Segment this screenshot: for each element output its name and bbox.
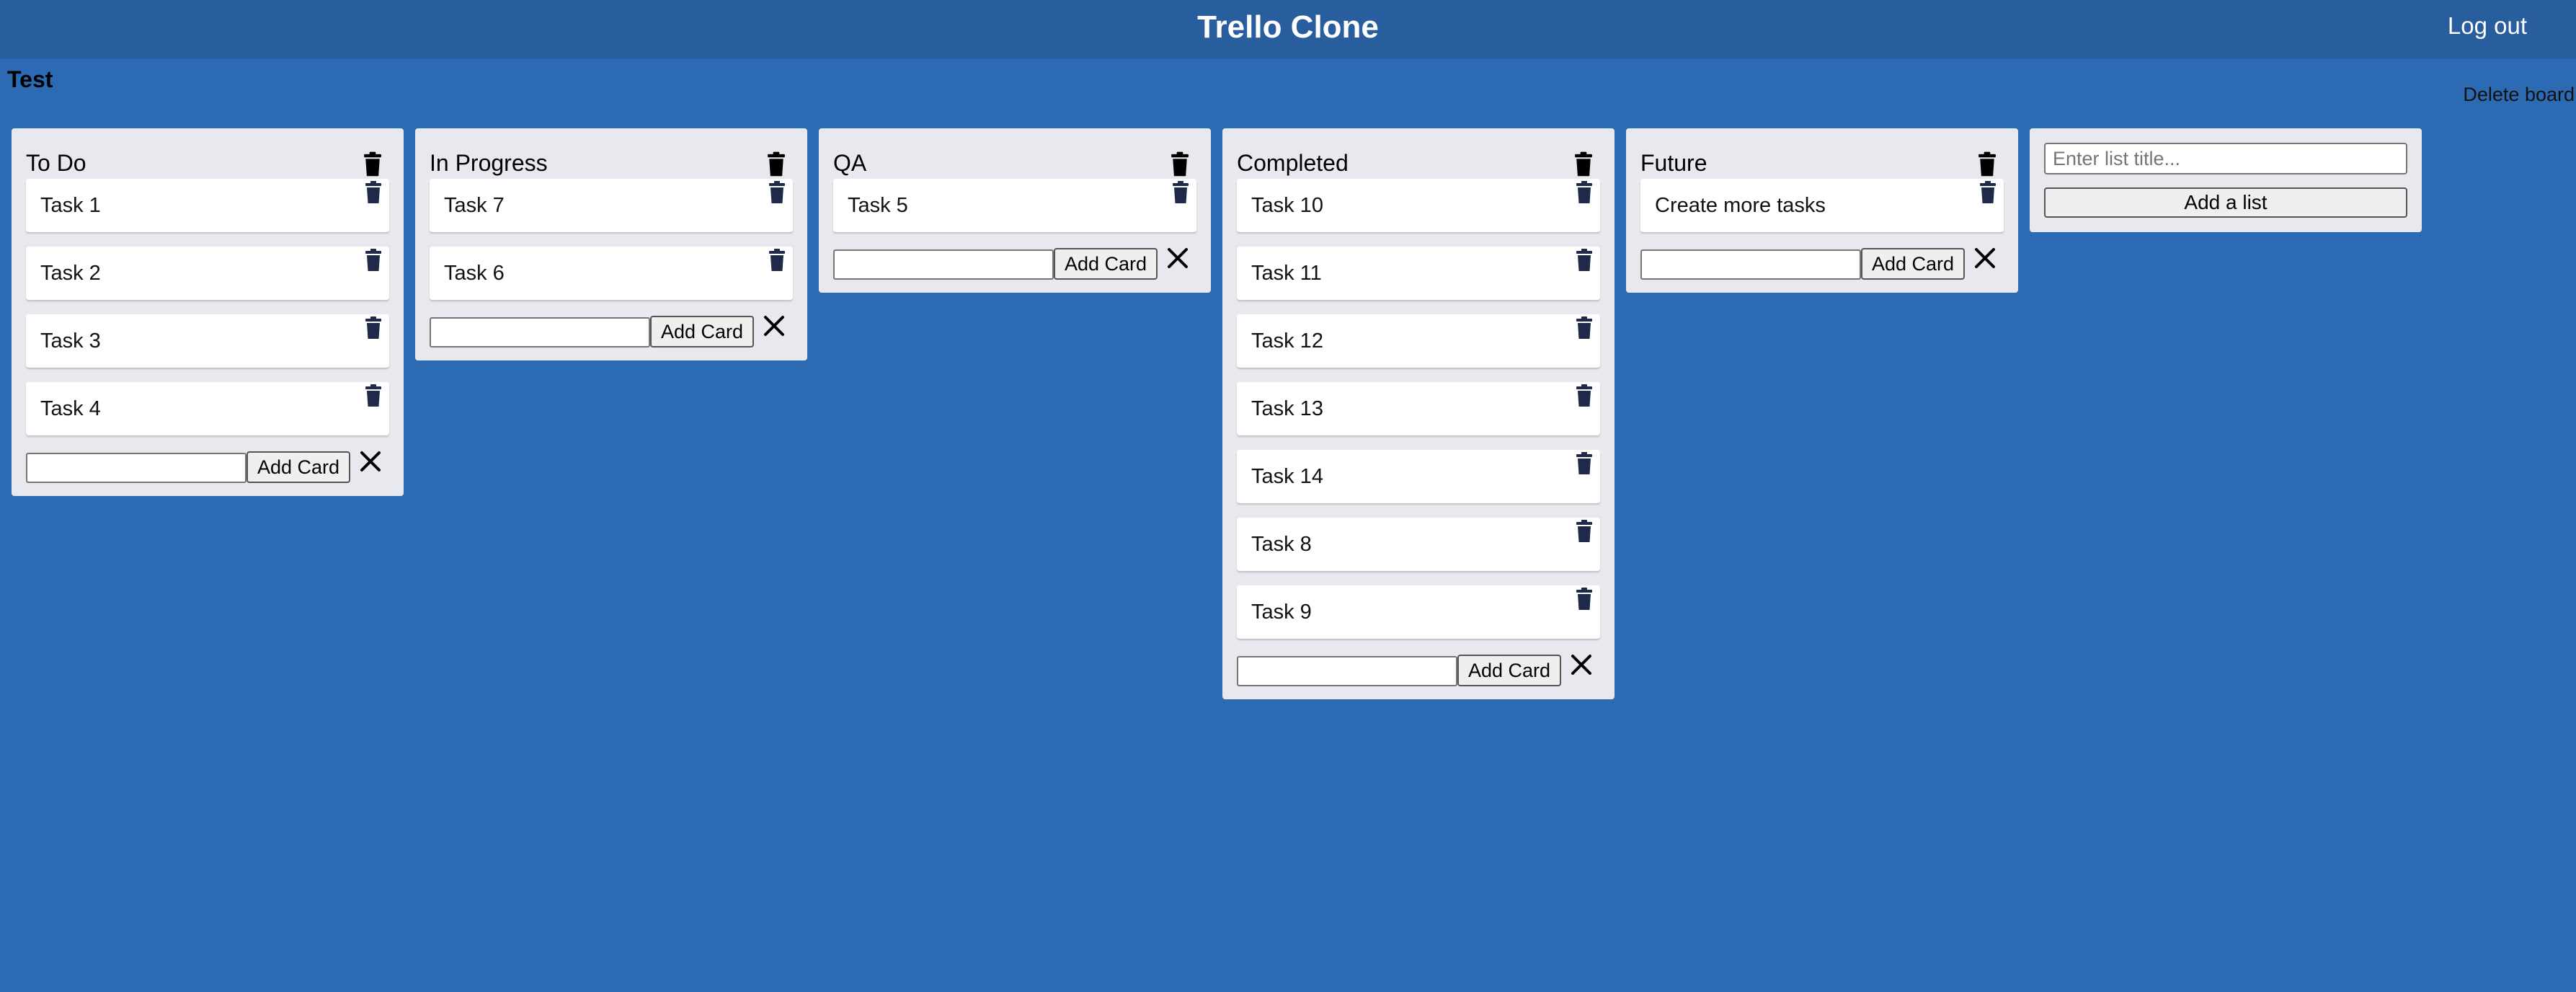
delete-card-trash-icon[interactable] [1576,316,1593,340]
card-title-input[interactable] [833,249,1054,280]
card[interactable]: Task 3 [26,314,389,368]
logout-button[interactable]: Log out [2448,10,2527,42]
card-title: Task 14 [1251,465,1323,488]
delete-card-trash-icon[interactable] [768,248,786,273]
list-header: Future [1640,140,2004,179]
card[interactable]: Task 9 [1237,585,1600,639]
card[interactable]: Task 11 [1237,247,1600,300]
list-header: QA [833,140,1196,179]
card-title: Task 2 [40,262,101,285]
list: To Do Task 1 Task 2 Task 3 Task 4 Add Card [12,128,404,496]
card[interactable]: Task 2 [26,247,389,300]
card-title-input[interactable] [26,453,247,483]
close-icon[interactable] [1567,650,1596,679]
delete-list-trash-icon[interactable] [363,151,382,177]
delete-list-trash-icon[interactable] [1574,151,1593,177]
delete-card-trash-icon[interactable] [365,384,382,408]
card-title: Task 13 [1251,397,1323,420]
list: Future Create more tasks Add Card [1626,128,2018,293]
list: QA Task 5 Add Card [819,128,1211,293]
card[interactable]: Task 13 [1237,382,1600,435]
card[interactable]: Task 8 [1237,518,1600,571]
list-title-input[interactable] [2044,143,2407,174]
card-title-input[interactable] [1640,249,1861,280]
top-bar: Trello Clone Log out [0,0,2576,59]
add-card-button[interactable]: Add Card [650,316,754,347]
card-title: Task 4 [40,397,101,420]
card[interactable]: Task 4 [26,382,389,435]
list-title: To Do [26,150,86,176]
card[interactable]: Create more tasks [1640,179,2004,232]
list-title: In Progress [430,150,548,176]
add-card-button[interactable]: Add Card [1054,248,1158,280]
add-card-button[interactable]: Add Card [1861,248,1965,280]
list-header: To Do [26,140,389,179]
card[interactable]: Task 1 [26,179,389,232]
close-icon[interactable] [1971,244,1999,273]
board-title: Test [7,66,53,92]
delete-list-trash-icon[interactable] [767,151,786,177]
card[interactable]: Task 12 [1237,314,1600,368]
delete-card-trash-icon[interactable] [1576,180,1593,205]
delete-card-trash-icon[interactable] [1576,587,1593,611]
card-title: Task 8 [1251,533,1312,556]
close-icon[interactable] [1163,244,1192,273]
list: In Progress Task 7 Task 6 Add Card [415,128,807,360]
add-card-row: Add Card [26,450,389,483]
card-title: Task 1 [40,194,101,217]
list-header: In Progress [430,140,793,179]
card-title-input[interactable] [430,317,650,347]
delete-card-trash-icon[interactable] [768,180,786,205]
card-title: Create more tasks [1655,194,1826,217]
add-list-button[interactable]: Add a list [2044,187,2407,218]
card-title: Task 7 [444,194,505,217]
delete-card-trash-icon[interactable] [1576,384,1593,408]
delete-board-button[interactable]: Delete board [2463,82,2575,107]
delete-card-trash-icon[interactable] [1576,519,1593,544]
delete-list-trash-icon[interactable] [1978,151,1997,177]
card-title: Task 12 [1251,329,1323,353]
close-icon[interactable] [356,447,385,476]
card-title: Task 9 [1251,601,1312,624]
card-title: Task 6 [444,262,505,285]
delete-card-trash-icon[interactable] [365,248,382,273]
add-card-row: Add Card [833,247,1196,280]
delete-card-trash-icon[interactable] [1576,451,1593,476]
card-title: Task 3 [40,329,101,353]
add-card-row: Add Card [430,314,793,347]
list-title: QA [833,150,867,176]
list: Completed Task 10 Task 11 Task 12 Task 13 Tas… [1222,128,1615,699]
delete-card-trash-icon[interactable] [1576,248,1593,273]
add-card-button[interactable]: Add Card [247,451,350,483]
card[interactable]: Task 10 [1237,179,1600,232]
card[interactable]: Task 5 [833,179,1196,232]
list-title: Completed [1237,150,1349,176]
card-title: Task 11 [1251,262,1322,285]
close-icon[interactable] [760,311,789,340]
add-card-button[interactable]: Add Card [1457,655,1561,686]
add-card-row: Add Card [1640,247,2004,280]
list-header: Completed [1237,140,1600,179]
card[interactable]: Task 7 [430,179,793,232]
app-title: Trello Clone [1197,9,1379,45]
delete-card-trash-icon[interactable] [1172,180,1189,205]
delete-list-trash-icon[interactable] [1171,151,1189,177]
card-title: Task 10 [1251,194,1323,217]
list-title: Future [1640,150,1707,176]
delete-card-trash-icon[interactable] [1979,180,1997,205]
card-title-input[interactable] [1237,656,1457,686]
card[interactable]: Task 6 [430,247,793,300]
add-card-row: Add Card [1237,653,1600,686]
new-list-panel: Add a list [2030,128,2422,232]
delete-card-trash-icon[interactable] [365,316,382,340]
card[interactable]: Task 14 [1237,450,1600,503]
delete-card-trash-icon[interactable] [365,180,382,205]
card-title: Task 5 [848,194,908,217]
